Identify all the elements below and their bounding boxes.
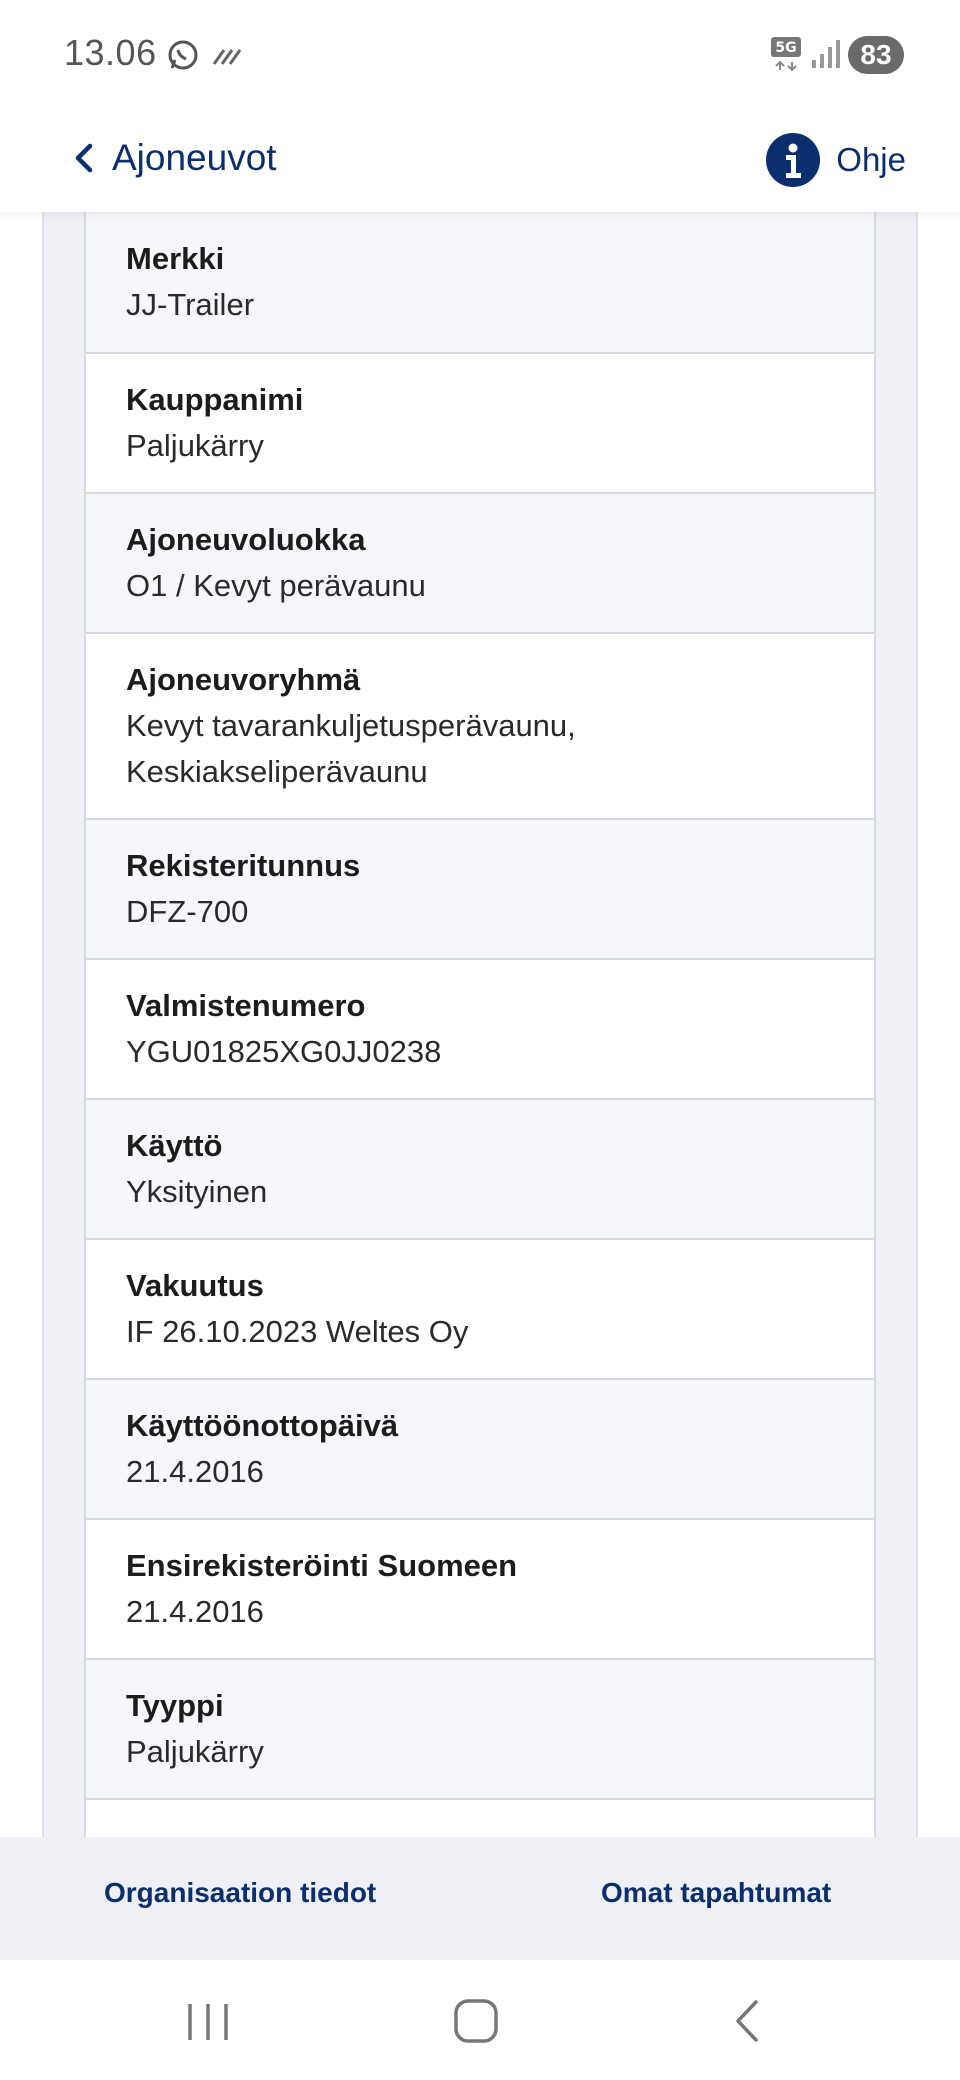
detail-row-valmistenumero: Valmistenumero YGU01825XG0JJ0238: [84, 960, 876, 1100]
detail-value-continued: Keskiakseliperävaunu: [126, 754, 428, 789]
back-label: Ajoneuvot: [112, 137, 277, 178]
detail-row-kaytto: Käyttö Yksityinen: [84, 1100, 876, 1240]
detail-label: Rekisteritunnus: [126, 848, 361, 883]
chevron-left-icon: [75, 143, 93, 173]
detail-label: Kauppanimi: [126, 382, 304, 417]
home-icon[interactable]: [446, 1996, 506, 2046]
detail-value: DFZ-700: [126, 894, 249, 929]
data-saver-icon: [212, 49, 242, 65]
detail-label: Käyttöönottopäivä: [126, 1408, 399, 1443]
detail-label: Merkki: [126, 241, 225, 276]
svg-text:5G: 5G: [775, 40, 796, 56]
system-nav-bar: [0, 1960, 960, 2080]
detail-value: 21.4.2016: [126, 1594, 264, 1629]
detail-row-kauppanimi: Kauppanimi Paljukärry: [84, 354, 876, 494]
status-bar: 13.06 5G 83: [0, 0, 960, 110]
detail-value: Yksityinen: [126, 1174, 268, 1209]
vehicle-details-content[interactable]: Merkki JJ-Trailer Kauppanimi Paljukärry …: [0, 212, 960, 1837]
detail-label: Vakuutus: [126, 1268, 264, 1303]
detail-value: IF 26.10.2023 Weltes Oy: [126, 1314, 469, 1349]
detail-value: O1 / Kevyt perävaunu: [126, 568, 426, 603]
info-icon: [766, 133, 821, 187]
detail-row-ensirekisterointi: Ensirekisteröinti Suomeen 21.4.2016: [84, 1520, 876, 1660]
detail-row-ajoneuvoluokka: Ajoneuvoluokka O1 / Kevyt perävaunu: [84, 494, 876, 634]
recent-apps-icon[interactable]: [178, 1996, 238, 2046]
status-time: 13.06: [64, 32, 157, 73]
detail-value: YGU01825XG0JJ0238: [126, 1034, 442, 1069]
detail-label: Tyyppi: [126, 1688, 224, 1723]
own-events-link[interactable]: Omat tapahtumat: [601, 1877, 831, 1909]
whatsapp-icon: [168, 40, 198, 70]
help-button[interactable]: Ohje: [766, 130, 906, 190]
help-label: Ohje: [836, 141, 906, 178]
detail-row-merkki: Merkki JJ-Trailer: [84, 212, 876, 354]
battery-indicator: 83: [848, 36, 904, 74]
detail-label: Ajoneuvoluokka: [126, 522, 366, 557]
vehicle-details-list: Merkki JJ-Trailer Kauppanimi Paljukärry …: [84, 212, 876, 1837]
detail-row-vakuutus: Vakuutus IF 26.10.2023 Weltes Oy: [84, 1240, 876, 1380]
detail-label: Valmistenumero: [126, 988, 366, 1023]
detail-row-ajoneuvoryhma: Ajoneuvoryhmä Kevyt tavarankuljetusperäv…: [84, 634, 876, 820]
signal-icon: [812, 40, 840, 68]
detail-value: JJ-Trailer: [126, 287, 255, 322]
detail-row-rekisteritunnus: Rekisteritunnus DFZ-700: [84, 820, 876, 960]
detail-value: Paljukärry: [126, 1734, 264, 1769]
app-header: Ajoneuvot Ohje: [0, 110, 960, 212]
detail-value: Paljukärry: [126, 428, 264, 463]
detail-value: 21.4.2016: [126, 1454, 264, 1489]
detail-label: Käyttö: [126, 1128, 223, 1163]
bottom-nav: Organisaation tiedot Omat tapahtumat: [0, 1837, 960, 1960]
network-5g-icon: 5G: [771, 37, 801, 72]
detail-label: Ajoneuvoryhmä: [126, 662, 361, 697]
detail-row-kayttoonottopaiva: Käyttöönottopäivä 21.4.2016: [84, 1380, 876, 1520]
system-back-icon[interactable]: [720, 1996, 780, 2046]
detail-value: Kevyt tavarankuljetusperävaunu,: [126, 708, 576, 743]
detail-row-partial: [84, 1800, 876, 1837]
detail-row-tyyppi: Tyyppi Paljukärry: [84, 1660, 876, 1800]
detail-label: Ensirekisteröinti Suomeen: [126, 1548, 518, 1583]
organisation-info-link[interactable]: Organisaation tiedot: [104, 1877, 376, 1909]
back-button[interactable]: Ajoneuvot: [72, 128, 277, 188]
